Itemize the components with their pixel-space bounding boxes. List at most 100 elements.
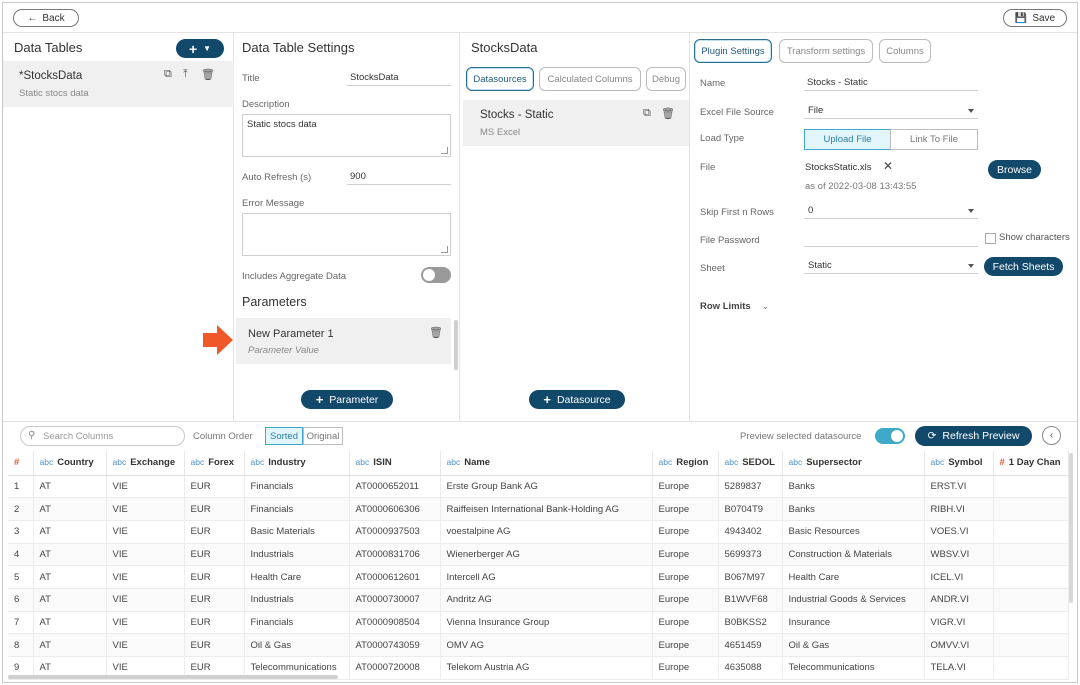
- file-password-input[interactable]: [804, 230, 978, 247]
- trash-icon[interactable]: 🗑: [661, 107, 675, 120]
- table-cell: Oil & Gas: [782, 633, 925, 657]
- plus-icon: +: [315, 392, 324, 407]
- table-cell: EUR: [184, 520, 245, 544]
- description-input[interactable]: Static stocs data: [242, 114, 451, 157]
- table-cell: Health Care: [244, 565, 350, 589]
- error-message-input[interactable]: [242, 213, 451, 256]
- sheet-select[interactable]: Static: [804, 257, 978, 274]
- table-row[interactable]: 1 AT VIE EUR Financials AT0000652011 Erste Gro…: [8, 475, 1069, 499]
- column-header[interactable]: abc Region: [652, 451, 719, 476]
- table-cell: WBSV.VI: [924, 543, 994, 567]
- table-cell: Banks: [782, 475, 925, 499]
- name-input[interactable]: Stocks - Static: [804, 74, 978, 91]
- file-name: StocksStatic.xls: [805, 162, 872, 173]
- preview-toggle[interactable]: [875, 428, 905, 444]
- search-columns-input[interactable]: ⚲ Search Columns: [20, 426, 185, 446]
- auto-refresh-input[interactable]: 900: [347, 168, 451, 185]
- vertical-scrollbar[interactable]: [1069, 453, 1073, 603]
- table-cell: Europe: [652, 520, 719, 544]
- aggregate-toggle[interactable]: [421, 267, 451, 283]
- fetch-sheets-button[interactable]: Fetch Sheets: [984, 257, 1063, 276]
- column-header[interactable]: abc Symbol: [924, 451, 994, 476]
- save-button[interactable]: 💾 Save: [1003, 9, 1067, 27]
- resize-grip-icon[interactable]: [441, 246, 448, 253]
- upload-icon[interactable]: ⤒: [183, 68, 188, 81]
- sorted-option[interactable]: Sorted: [265, 427, 303, 445]
- table-cell: [993, 565, 1069, 589]
- table-cell: AT0000831706: [349, 543, 441, 567]
- tab-columns[interactable]: Columns: [879, 39, 931, 63]
- table-row[interactable]: 3 AT VIE EUR Basic Materials AT0000937503 voes…: [8, 520, 1069, 544]
- back-button[interactable]: ← Back: [13, 9, 79, 27]
- horizontal-scrollbar[interactable]: [8, 675, 338, 679]
- table-cell: AT0000730007: [349, 588, 441, 612]
- table-cell: AT0000612601: [349, 565, 441, 589]
- table-cell: Telecommunications: [782, 656, 925, 680]
- add-data-table-button[interactable]: + ▼: [176, 39, 224, 58]
- resize-grip-icon[interactable]: [441, 147, 448, 154]
- parameter-item[interactable]: New Parameter 1 Parameter Value 🗑: [236, 318, 451, 364]
- parameter-name: New Parameter 1: [248, 328, 334, 340]
- data-table-item[interactable]: *StocksData Static stocs data ⧉ ⤒ 🗑: [3, 61, 234, 107]
- search-icon: ⚲: [28, 430, 36, 441]
- show-characters-checkbox[interactable]: [985, 233, 996, 244]
- table-row[interactable]: 8 AT VIE EUR Oil & Gas AT0000743059 OMV AG Euro…: [8, 633, 1069, 657]
- add-parameter-button[interactable]: + Parameter: [301, 390, 393, 409]
- column-header[interactable]: abc ISIN: [349, 451, 441, 476]
- table-cell: [993, 611, 1069, 635]
- tab-calculated-columns[interactable]: Calculated Columns: [539, 67, 641, 91]
- table-cell: Health Care: [782, 565, 925, 589]
- table-cell: [993, 633, 1069, 657]
- copy-icon[interactable]: ⧉: [164, 68, 172, 81]
- chevron-down-icon: ▼: [203, 44, 212, 53]
- column-header[interactable]: #1 Day Chan: [993, 451, 1069, 476]
- table-cell: Insurance: [782, 611, 925, 635]
- table-cell: B0704T9: [718, 497, 783, 521]
- skip-rows-select[interactable]: 0: [804, 202, 978, 219]
- refresh-icon: ⟳: [927, 430, 937, 442]
- browse-button[interactable]: Browse: [988, 160, 1041, 179]
- row-limits-toggle[interactable]: Row Limits ⌄: [700, 301, 769, 312]
- table-row[interactable]: 6 AT VIE EUR Industrials AT0000730007 Andritz …: [8, 588, 1069, 612]
- upload-file-option[interactable]: Upload File: [804, 129, 891, 150]
- column-header[interactable]: abc SEDOL: [718, 451, 783, 476]
- add-datasource-button[interactable]: + Datasource: [529, 390, 625, 409]
- column-header[interactable]: abc Exchange: [106, 451, 185, 476]
- table-row[interactable]: 4 AT VIE EUR Industrials AT0000831706 Wienerbe…: [8, 543, 1069, 567]
- tab-datasources[interactable]: Datasources: [466, 67, 534, 91]
- table-cell: OMV AG: [440, 633, 653, 657]
- row-number: 2: [8, 497, 34, 521]
- tab-debug[interactable]: Debug: [646, 67, 686, 91]
- table-cell: EUR: [184, 497, 245, 521]
- parameters-scrollbar[interactable]: [454, 320, 458, 370]
- table-row[interactable]: 5 AT VIE EUR Health Care AT0000612601 Intercel…: [8, 565, 1069, 589]
- file-password-label: File Password: [700, 235, 760, 246]
- copy-icon[interactable]: ⧉: [643, 107, 651, 120]
- refresh-preview-button[interactable]: ⟳ Refresh Preview: [915, 426, 1032, 446]
- collapse-chevron-icon[interactable]: ‹: [1042, 426, 1061, 445]
- column-header[interactable]: abc Country: [33, 451, 107, 476]
- datasource-item[interactable]: Stocks - Static MS Excel ⧉ 🗑: [463, 100, 689, 146]
- tab-plugin-settings[interactable]: Plugin Settings: [694, 39, 772, 63]
- table-row[interactable]: 7 AT VIE EUR Financials AT0000908504 Vienna In…: [8, 611, 1069, 635]
- link-to-file-option[interactable]: Link To File: [890, 129, 978, 150]
- app-window: ← Back 💾 Save Data Tables + ▼ *StocksDat…: [2, 2, 1078, 683]
- close-icon[interactable]: ✕: [883, 159, 893, 173]
- excel-source-select[interactable]: File: [804, 102, 978, 119]
- table-cell: OMVV.VI: [924, 633, 994, 657]
- pointer-arrow-icon: [203, 325, 233, 355]
- error-message-label: Error Message: [242, 198, 305, 209]
- column-header[interactable]: abc Name: [440, 451, 653, 476]
- trash-icon[interactable]: 🗑: [201, 68, 215, 81]
- trash-icon[interactable]: 🗑: [429, 326, 443, 339]
- column-header[interactable]: abc Supersector: [782, 451, 925, 476]
- original-option[interactable]: Original: [303, 427, 343, 445]
- column-header[interactable]: abc Industry: [244, 451, 350, 476]
- table-row[interactable]: 2 AT VIE EUR Financials AT0000606306 Raiffeise…: [8, 497, 1069, 521]
- table-cell: Wienerberger AG: [440, 543, 653, 567]
- preview-label: Preview selected datasource: [740, 431, 862, 442]
- column-header[interactable]: abc Forex: [184, 451, 245, 476]
- tab-transform-settings[interactable]: Transform settings: [779, 39, 873, 63]
- title-input[interactable]: StocksData: [347, 69, 451, 86]
- data-table-settings-panel: Data Table Settings Title StocksData Des…: [234, 33, 460, 421]
